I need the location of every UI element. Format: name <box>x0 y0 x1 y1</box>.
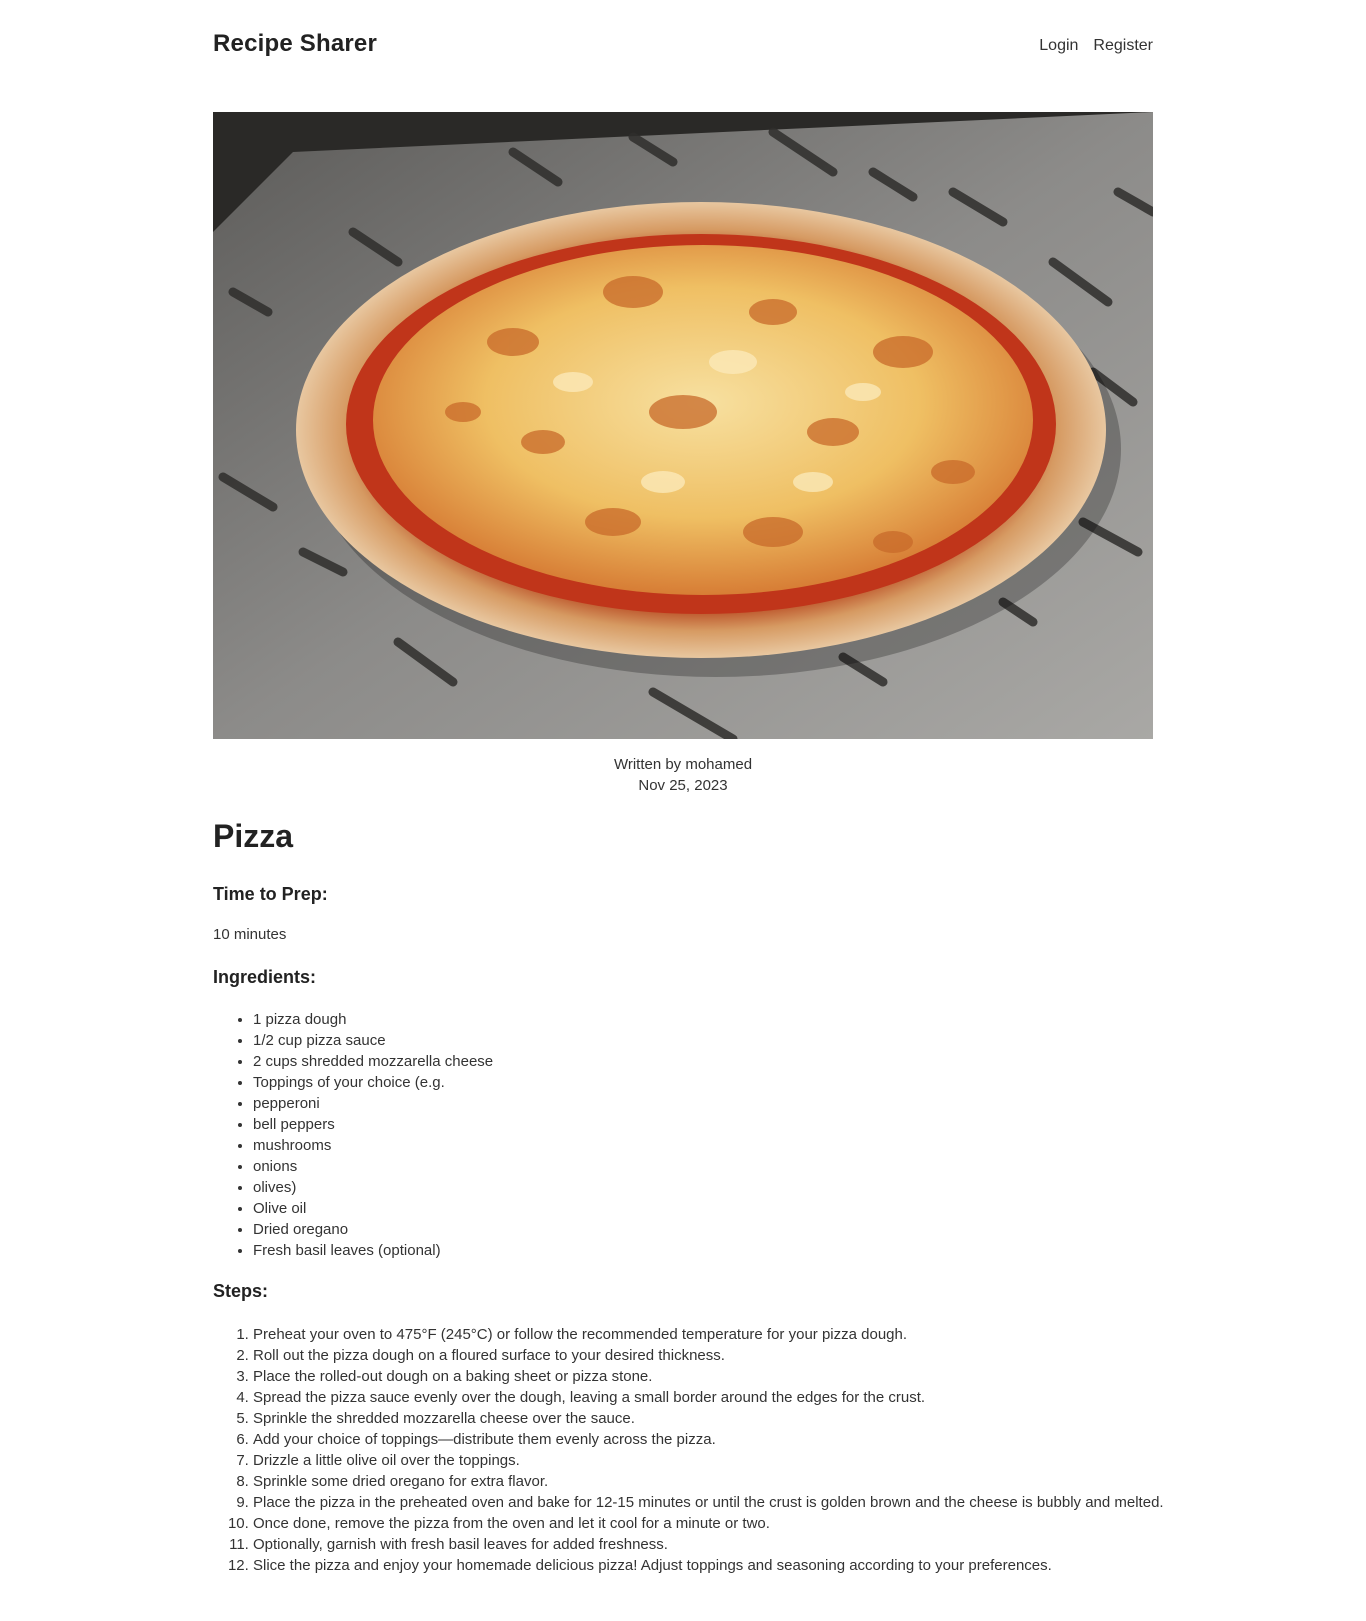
ingredient-item: 1/2 cup pizza sauce <box>253 1030 493 1051</box>
step-item: Add your choice of toppings—distribute t… <box>253 1429 1173 1450</box>
ingredient-item: 2 cups shredded mozzarella cheese <box>253 1051 493 1072</box>
ingredient-item: olives) <box>253 1177 493 1198</box>
pizza-photo <box>213 112 1153 739</box>
ingredients-list: 1 pizza dough 1/2 cup pizza sauce 2 cups… <box>213 1009 493 1261</box>
step-item: Roll out the pizza dough on a floured su… <box>253 1345 1173 1366</box>
steps-list: Preheat your oven to 475°F (245°C) or fo… <box>213 1324 1173 1576</box>
ingredient-item: onions <box>253 1156 493 1177</box>
step-item: Drizzle a little olive oil over the topp… <box>253 1450 1173 1471</box>
step-item: Spread the pizza sauce evenly over the d… <box>253 1387 1173 1408</box>
login-link[interactable]: Login <box>1039 37 1078 55</box>
page-container: Recipe Sharer Login Register Written by … <box>213 0 1164 1574</box>
step-item: Sprinkle some dried oregano for extra fl… <box>253 1471 1173 1492</box>
site-header: Recipe Sharer Login Register <box>213 0 1153 96</box>
steps-heading: Steps: <box>213 1281 269 1301</box>
register-link[interactable]: Register <box>1093 37 1153 55</box>
recipe-title: Pizza <box>213 818 294 854</box>
step-item: Optionally, garnish with fresh basil lea… <box>253 1534 1173 1555</box>
author-line: Written by mohamed <box>613 756 753 773</box>
ingredient-item: mushrooms <box>253 1135 493 1156</box>
prep-time-value: 10 minutes <box>213 926 287 943</box>
prep-time-heading: Time to Prep: <box>213 884 328 904</box>
ingredient-item: Olive oil <box>253 1198 493 1219</box>
ingredient-item: bell peppers <box>253 1114 493 1135</box>
step-item: Place the pizza in the preheated oven an… <box>253 1492 1173 1513</box>
publish-date: Nov 25, 2023 <box>638 777 728 794</box>
brand-logo-link[interactable]: Recipe Sharer <box>213 30 377 58</box>
ingredient-item: Toppings of your choice (e.g. <box>253 1072 493 1093</box>
step-item: Sprinkle the shredded mozzarella cheese … <box>253 1408 1173 1429</box>
ingredient-item: Fresh basil leaves (optional) <box>253 1240 493 1261</box>
ingredients-heading: Ingredients: <box>213 967 317 987</box>
recipe-byline: Written by mohamed Nov 25, 2023 <box>213 754 1153 796</box>
recipe-image <box>213 112 1153 739</box>
step-item: Once done, remove the pizza from the ove… <box>253 1513 1173 1534</box>
step-item: Place the rolled-out dough on a baking s… <box>253 1366 1173 1387</box>
ingredient-item: pepperoni <box>253 1093 493 1114</box>
top-nav: Login Register <box>1039 37 1153 55</box>
step-item: Preheat your oven to 475°F (245°C) or fo… <box>253 1324 1173 1345</box>
ingredient-item: Dried oregano <box>253 1219 493 1240</box>
ingredient-item: 1 pizza dough <box>253 1009 493 1030</box>
step-item: Slice the pizza and enjoy your homemade … <box>253 1555 1173 1576</box>
